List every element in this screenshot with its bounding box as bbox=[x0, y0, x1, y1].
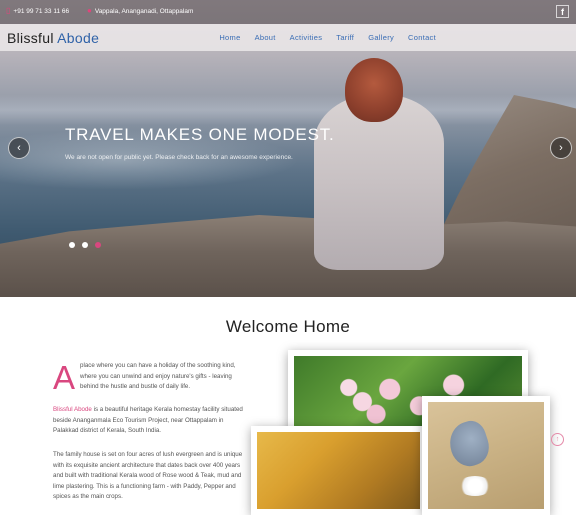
top-info-bar: ▯ +91 99 71 33 11 66 ● Vappala, Anangana… bbox=[0, 0, 576, 24]
nav-home[interactable]: Home bbox=[219, 33, 240, 42]
butterfly-image bbox=[428, 402, 544, 509]
address-info: ● Vappala, Ananganadi, Ottappalam bbox=[87, 7, 193, 15]
intro-text: place where you can have a holiday of th… bbox=[80, 362, 236, 390]
nav-tariff[interactable]: Tariff bbox=[336, 33, 354, 42]
phone-info: ▯ +91 99 71 33 11 66 bbox=[6, 7, 69, 15]
photo-butterfly bbox=[422, 396, 550, 515]
nav-menu: Home About Activities Tariff Gallery Con… bbox=[219, 33, 436, 42]
welcome-heading: Welcome Home bbox=[225, 317, 351, 336]
slider-prev-button[interactable]: ‹ bbox=[8, 137, 30, 159]
logo-part-1: Blissful bbox=[7, 30, 54, 46]
hero-rock bbox=[0, 215, 576, 297]
hero-person-head bbox=[345, 58, 403, 122]
paddy-image bbox=[257, 432, 420, 509]
hero-horizon bbox=[0, 95, 576, 125]
arrow-up-icon[interactable]: ↑ bbox=[551, 433, 564, 446]
slide-title: TRAVEL MAKES ONE MODEST. bbox=[65, 125, 335, 144]
slider-dot-3[interactable] bbox=[95, 242, 101, 248]
about-paragraph-2: The family house is set on four acres of… bbox=[53, 451, 243, 500]
site-logo[interactable]: Blissful Abode bbox=[7, 30, 99, 46]
slider-dot-2[interactable] bbox=[82, 242, 88, 248]
brand-highlight: Blissful Abode bbox=[53, 406, 92, 413]
nav-about[interactable]: About bbox=[255, 33, 276, 42]
slider-next-button[interactable]: › bbox=[550, 137, 572, 159]
slider-dot-1[interactable] bbox=[69, 242, 75, 248]
white-flower bbox=[458, 476, 492, 496]
facebook-icon[interactable]: f bbox=[556, 5, 569, 18]
butterfly-wing bbox=[444, 417, 494, 471]
address-text: Vappala, Ananganadi, Ottappalam bbox=[94, 7, 194, 15]
nav-activities[interactable]: Activities bbox=[290, 33, 323, 42]
logo-part-2: Abode bbox=[57, 30, 100, 46]
nav-contact[interactable]: Contact bbox=[408, 33, 436, 42]
about-paragraph-1: Blissful Abode is a beautiful heritage K… bbox=[53, 405, 248, 437]
slider-dots bbox=[69, 242, 101, 248]
location-pin-icon: ● bbox=[87, 6, 92, 15]
nav-gallery[interactable]: Gallery bbox=[368, 33, 394, 42]
phone-number: +91 99 71 33 11 66 bbox=[13, 7, 70, 15]
main-navbar: Blissful Abode Home About Activities Tar… bbox=[0, 24, 576, 51]
dropcap-letter: A bbox=[53, 359, 76, 396]
slide-subtitle: We are not open for public yet. Please c… bbox=[65, 154, 293, 161]
phone-icon: ▯ bbox=[6, 6, 11, 15]
photo-paddy bbox=[251, 426, 426, 515]
